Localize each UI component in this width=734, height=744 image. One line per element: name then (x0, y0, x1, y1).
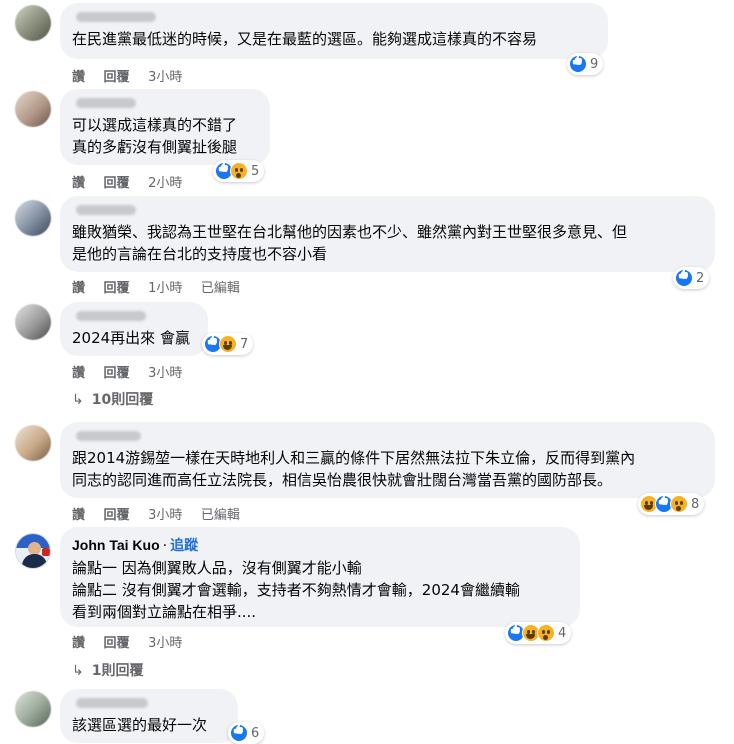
comment-bubble: 雖敗猶榮、我認為王世堅在台北幫他的因素也不少、雖然黨內對王世堅很多意見、但 是他… (60, 196, 715, 272)
like-button[interactable]: 讚 (72, 70, 85, 85)
reply-button[interactable]: 回覆 (104, 70, 130, 85)
like-button[interactable]: 讚 (72, 508, 85, 523)
comment-actions: 讚 回覆 3小時 (72, 632, 196, 651)
reply-arrow-icon: ↳ (72, 663, 84, 679)
comment-text: 跟2014游錫堃一樣在天時地利人和三贏的條件下居然無法拉下朱立倫，反而得到黨內 … (72, 447, 703, 491)
like-button[interactable]: 讚 (72, 281, 85, 296)
comment-text: 在民進黨最低迷的時候，又是在最藍的選區。能夠選成這樣真的不容易 (72, 28, 596, 50)
comment-text-line: 雖敗猶榮、我認為王世堅在台北幫他的因素也不少、雖然黨內對王世堅很多意見、但 (72, 223, 628, 241)
reply-button[interactable]: 回覆 (104, 508, 130, 523)
reaction-summary[interactable]: 9 (567, 53, 604, 75)
reaction-summary[interactable]: 5 (213, 160, 265, 182)
haha-reaction-icon (219, 335, 237, 353)
comment-bubble: John Tai Kuo · 追蹤 論點一 因為側翼敗人品，沒有側翼才能小輸 論點二… (60, 527, 580, 627)
follow-link[interactable]: 追蹤 (170, 537, 198, 553)
timestamp[interactable]: 3小時 (148, 636, 182, 651)
edited-label: 已編輯 (200, 508, 240, 523)
avatar[interactable] (15, 691, 51, 727)
comment-text: 論點一 因為側翼敗人品，沒有側翼才能小輸 論點二 沒有側翼才會選輸，支持者不夠熱… (72, 557, 568, 623)
reaction-count: 6 (251, 725, 260, 741)
view-replies-label: 1則回覆 (91, 663, 144, 679)
reply-button[interactable]: 回覆 (104, 281, 130, 296)
comment-text-line: 是他的言論在台北的支持度也不容小看 (72, 245, 328, 263)
timestamp[interactable]: 3小時 (148, 70, 182, 85)
edited-label: 已編輯 (200, 281, 240, 296)
author-name[interactable] (76, 12, 156, 22)
avatar[interactable] (15, 5, 51, 41)
reply-button[interactable]: 回覆 (104, 366, 130, 381)
comment-actions: 讚 回覆 1小時 已編輯 (72, 277, 254, 296)
reaction-summary[interactable]: 7 (202, 333, 254, 355)
reaction-count: 9 (590, 56, 599, 72)
like-button[interactable]: 讚 (72, 366, 85, 381)
comment-text-line: 可以選成這樣真的不錯了 (72, 116, 238, 134)
view-replies-label: 10則回覆 (91, 392, 154, 408)
comment-text: 該選區選的最好一次 (72, 714, 226, 736)
comment-text-line: 論點一 因為側翼敗人品，沒有側翼才能小輸 (72, 559, 362, 577)
author-name[interactable] (76, 698, 148, 708)
wow-reaction-icon (537, 624, 555, 642)
comment-text-line: 在民進黨最低迷的時候，又是在最藍的選區。能夠選成這樣真的不容易 (72, 30, 538, 48)
separator-dot: · (162, 538, 168, 554)
comment-actions: 讚 回覆 3小時 已編輯 (72, 504, 254, 523)
author-name[interactable]: John Tai Kuo (72, 537, 160, 553)
like-button[interactable]: 讚 (72, 176, 85, 191)
view-replies-link[interactable]: ↳ 1則回覆 (72, 660, 143, 680)
reaction-summary[interactable]: 8 (638, 493, 705, 515)
view-replies-link[interactable]: ↳ 10則回覆 (72, 389, 153, 409)
like-button[interactable]: 讚 (72, 636, 85, 651)
comment-text-line: 看到兩個對立論點在相爭.... (72, 603, 257, 621)
like-reaction-icon (569, 55, 587, 73)
comment-text: 可以選成這樣真的不錯了 真的多虧沒有側翼扯後腿 (72, 114, 258, 158)
reaction-count: 8 (691, 496, 700, 512)
comment-text-line: 真的多虧沒有側翼扯後腿 (72, 138, 238, 156)
comment-bubble: 跟2014游錫堃一樣在天時地利人和三贏的條件下居然無法拉下朱立倫，反而得到黨內 … (60, 422, 715, 498)
comment-actions: 讚 回覆 3小時 (72, 362, 196, 381)
timestamp[interactable]: 1小時 (148, 281, 182, 296)
comment-text-line: 2024再出來 會贏 (72, 329, 190, 347)
comment-bubble: 2024再出來 會贏 (60, 302, 208, 356)
reaction-summary[interactable]: 6 (228, 722, 265, 744)
reaction-summary[interactable]: 2 (673, 267, 710, 289)
like-reaction-icon (230, 724, 248, 742)
reaction-count: 4 (558, 625, 567, 641)
reaction-count: 7 (240, 336, 249, 352)
reply-button[interactable]: 回覆 (104, 636, 130, 651)
timestamp[interactable]: 3小時 (148, 366, 182, 381)
wow-reaction-icon (670, 495, 688, 513)
wow-reaction-icon (230, 162, 248, 180)
reaction-summary[interactable]: 4 (505, 622, 572, 644)
comment-bubble: 在民進黨最低迷的時候，又是在最藍的選區。能夠選成這樣真的不容易 (60, 3, 608, 59)
avatar[interactable] (15, 425, 51, 461)
reply-arrow-icon: ↳ (72, 392, 84, 408)
like-reaction-icon (675, 269, 693, 287)
avatar[interactable] (15, 200, 51, 236)
avatar[interactable] (15, 304, 51, 340)
author-name[interactable] (76, 98, 136, 108)
comment-bubble: 該選區選的最好一次 (60, 689, 238, 743)
reply-button[interactable]: 回覆 (104, 176, 130, 191)
comment-text-line: 跟2014游錫堃一樣在天時地利人和三贏的條件下居然無法拉下朱立倫，反而得到黨內 (72, 449, 636, 467)
comment-text: 雖敗猶榮、我認為王世堅在台北幫他的因素也不少、雖然黨內對王世堅很多意見、但 是他… (72, 221, 703, 265)
avatar[interactable] (15, 91, 51, 127)
reaction-count: 2 (696, 270, 705, 286)
comment-actions: 讚 回覆 3小時 (72, 66, 196, 85)
comment-text-line: 該選區選的最好一次 (72, 716, 208, 734)
author-name[interactable] (76, 431, 141, 441)
author-name[interactable] (76, 205, 136, 215)
comment-text-line: 同志的認同進而高任立法院長，相信吳怡農很快就會壯闊台灣當吾黨的國防部長。 (72, 471, 613, 489)
author-name[interactable] (76, 311, 146, 321)
timestamp[interactable]: 3小時 (148, 508, 182, 523)
timestamp[interactable]: 2小時 (148, 176, 182, 191)
comment-text-line: 論點二 沒有側翼才會選輸，支持者不夠熱情才會輸，2024會繼續輸 (72, 581, 520, 599)
comment-bubble: 可以選成這樣真的不錯了 真的多虧沒有側翼扯後腿 (60, 89, 270, 165)
comment-text: 2024再出來 會贏 (72, 327, 196, 349)
reaction-count: 5 (251, 163, 260, 179)
avatar[interactable] (15, 533, 51, 569)
comment-actions: 讚 回覆 2小時 (72, 172, 196, 191)
